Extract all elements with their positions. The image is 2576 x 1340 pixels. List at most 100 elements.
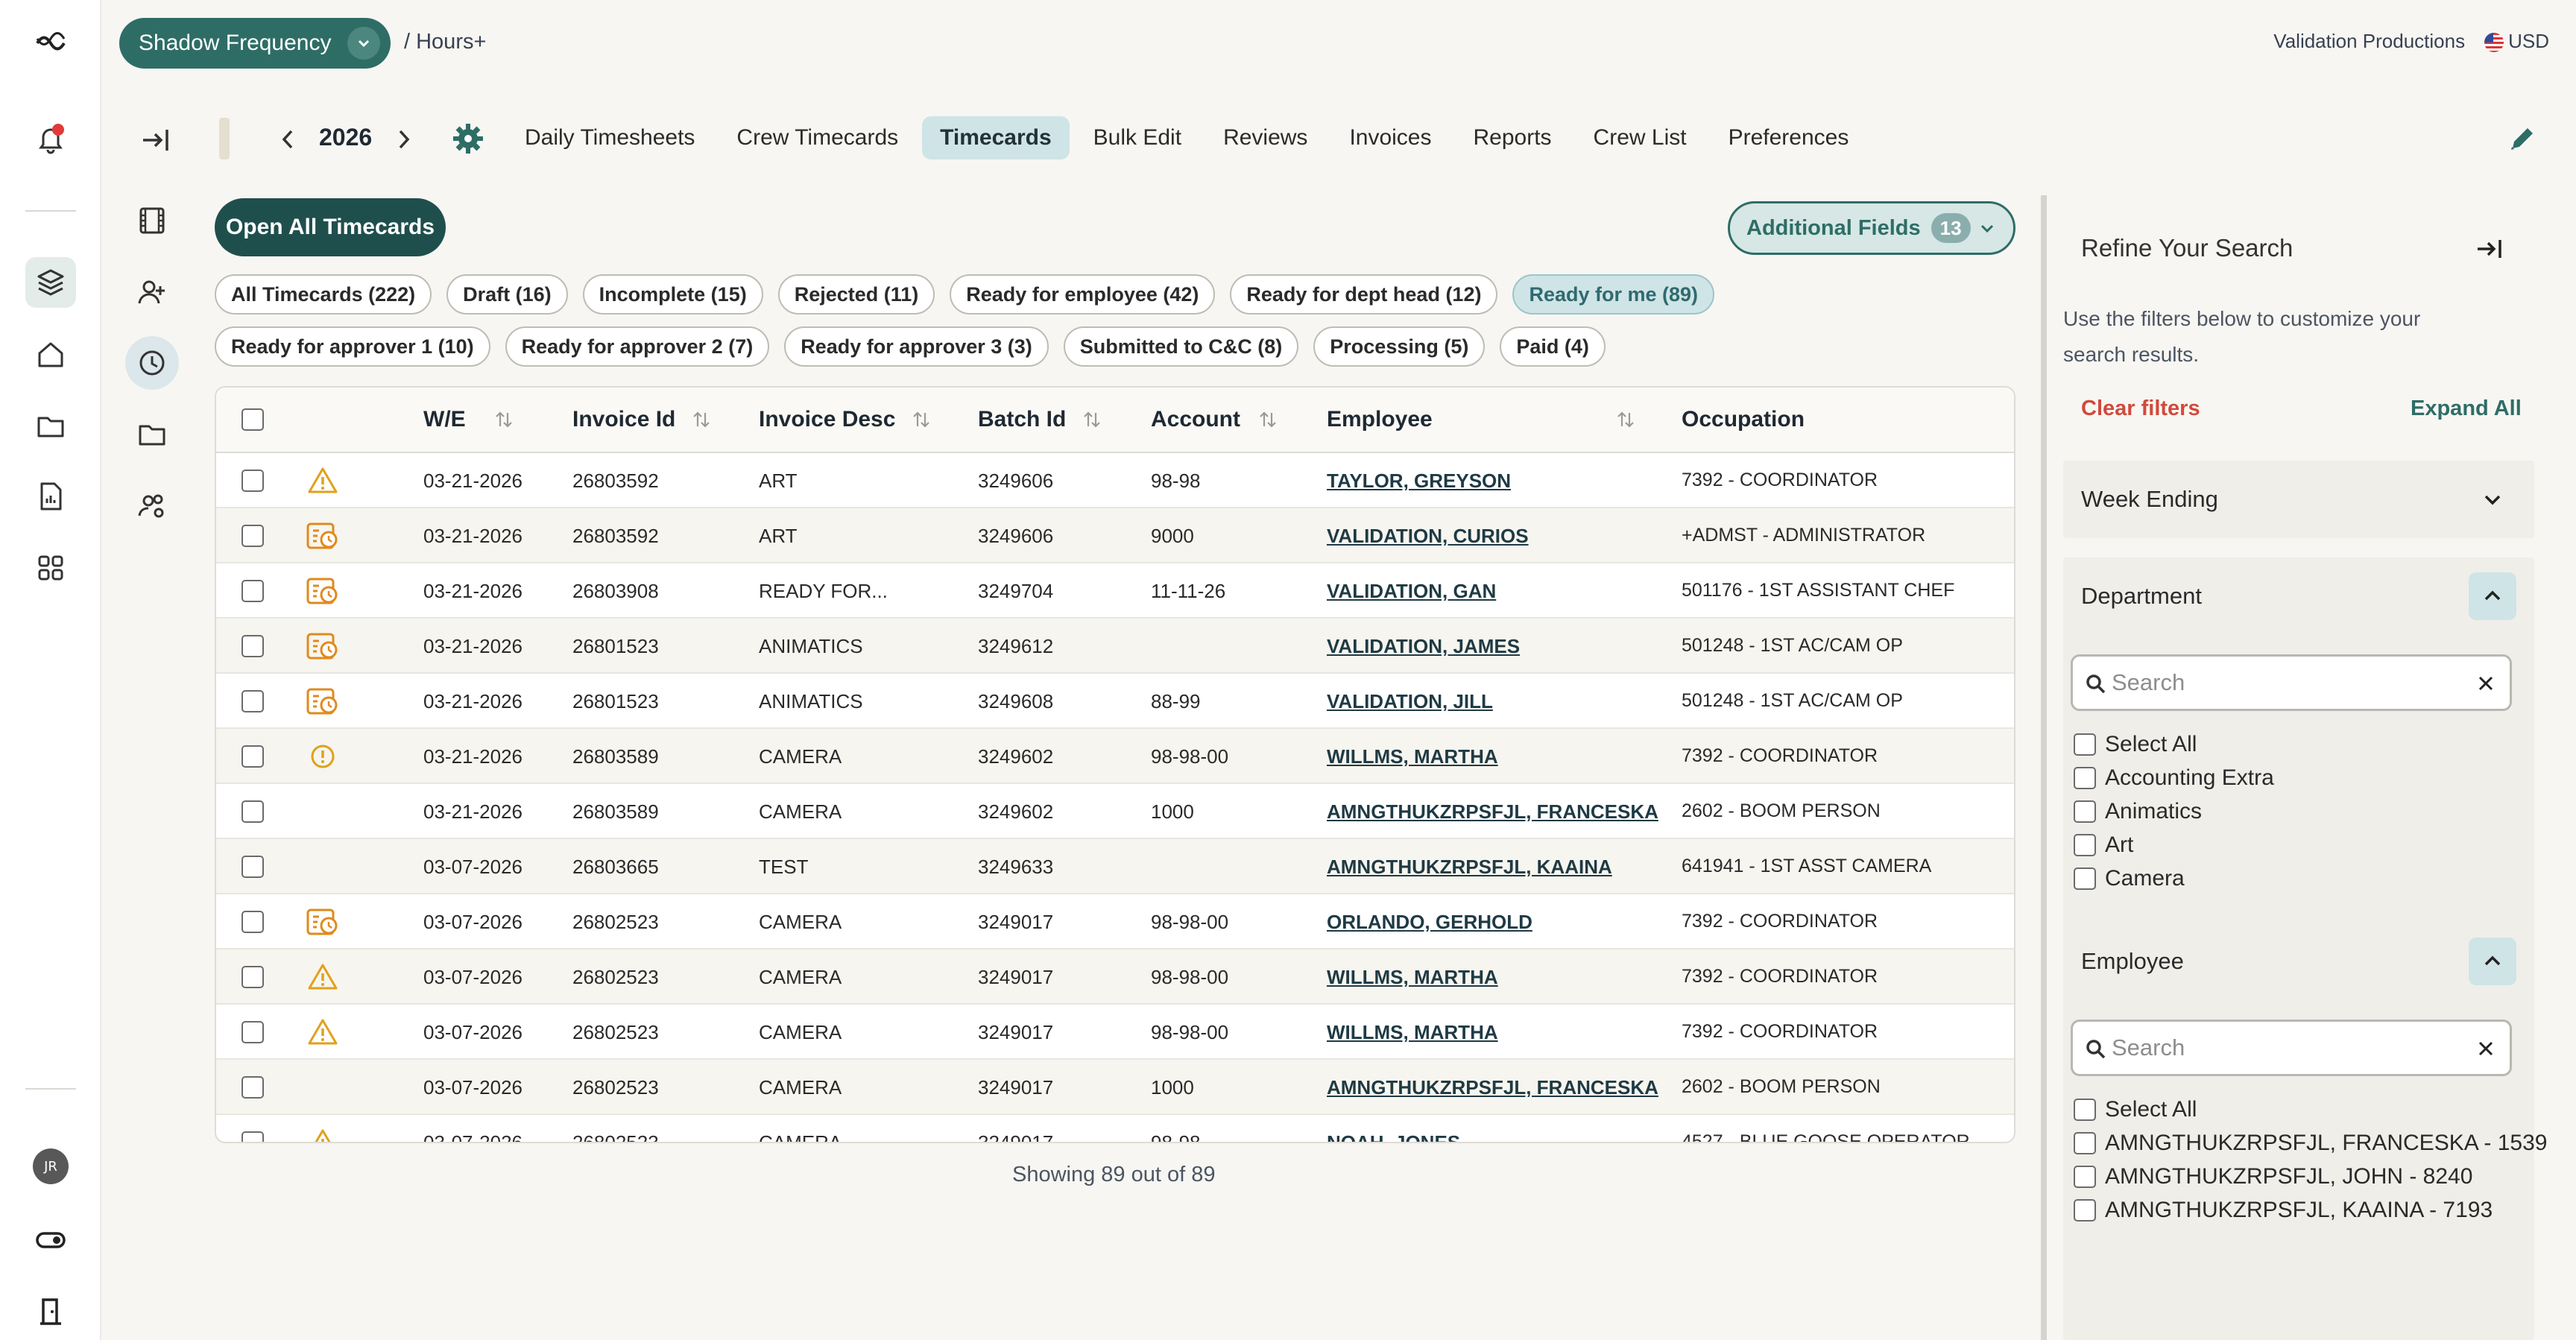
- status-chip[interactable]: Ready for approver 3 (3): [784, 326, 1049, 367]
- user-avatar[interactable]: JR: [33, 1148, 69, 1184]
- column-header-account[interactable]: Account: [1151, 407, 1279, 432]
- table-row[interactable]: 03-21-2026 26803589 CAMERA 3249602 98-98-00 W…: [216, 729, 2014, 784]
- tab-preferences[interactable]: Preferences: [1711, 116, 1867, 159]
- status-chip[interactable]: Processing (5): [1313, 326, 1486, 367]
- table-row[interactable]: 03-21-2026 26803908 READY FOR... 3249704 11-…: [216, 563, 2014, 619]
- table-row[interactable]: 03-07-2026 26802523 CAMERA 3249017 98-98-00 W…: [216, 949, 2014, 1005]
- cell-employee[interactable]: AMNGTHUKZRPSFJL, FRANCESKA: [1327, 1076, 1658, 1099]
- toggle-icon[interactable]: [25, 1215, 76, 1265]
- filter-option[interactable]: Accounting Extra: [2074, 765, 2274, 791]
- column-header-we[interactable]: W/E: [423, 407, 515, 432]
- tab-timecards[interactable]: Timecards: [922, 116, 1070, 159]
- row-checkbox[interactable]: [242, 856, 264, 878]
- row-checkbox[interactable]: [242, 1076, 264, 1099]
- filter-option[interactable]: AMNGTHUKZRPSFJL, KAAINA - 7193: [2074, 1198, 2493, 1223]
- clear-filters-button[interactable]: Clear filters: [2081, 396, 2200, 421]
- status-chip[interactable]: Paid (4): [1500, 326, 1606, 367]
- pencil-edit-icon[interactable]: [2503, 119, 2542, 158]
- row-checkbox[interactable]: [242, 966, 264, 988]
- collapse-panel-icon[interactable]: [2472, 231, 2507, 267]
- status-chip[interactable]: Ready for me (89): [1512, 274, 1715, 315]
- tab-reviews[interactable]: Reviews: [1205, 116, 1325, 159]
- row-checkbox[interactable]: [242, 911, 264, 933]
- close-icon[interactable]: [2475, 673, 2496, 694]
- cell-employee[interactable]: VALIDATION, JAMES: [1327, 635, 1520, 658]
- add-user-icon[interactable]: [125, 265, 179, 319]
- option-checkbox[interactable]: [2074, 1132, 2096, 1154]
- status-chip[interactable]: Rejected (11): [777, 274, 935, 315]
- table-row[interactable]: 03-07-2026 26803665 TEST 3249633 AMNGTHUKZRP…: [216, 839, 2014, 894]
- employee-search-input[interactable]: Search: [2071, 1020, 2512, 1076]
- chevron-right-icon[interactable]: [388, 121, 420, 158]
- option-checkbox[interactable]: [2074, 1099, 2096, 1121]
- option-checkbox[interactable]: [2074, 867, 2096, 890]
- exit-door-icon[interactable]: [25, 1286, 76, 1337]
- tab-reports[interactable]: Reports: [1456, 116, 1570, 159]
- panel-resize-handle[interactable]: [2041, 195, 2047, 1340]
- notifications-bell-icon[interactable]: [25, 113, 76, 164]
- table-row[interactable]: 03-21-2026 26803592 ART 3249606 9000 VALIDATI…: [216, 508, 2014, 563]
- row-checkbox[interactable]: [242, 470, 264, 492]
- tab-invoices[interactable]: Invoices: [1331, 116, 1449, 159]
- film-icon[interactable]: [125, 194, 179, 247]
- week-ending-filter[interactable]: Week Ending: [2063, 461, 2534, 538]
- column-header-occupation[interactable]: Occupation: [1682, 407, 1805, 432]
- cell-employee[interactable]: AMNGTHUKZRPSFJL, FRANCESKA: [1327, 800, 1658, 824]
- row-checkbox[interactable]: [242, 690, 264, 712]
- expand-all-button[interactable]: Expand All: [2411, 396, 2522, 421]
- column-header-invoice-id[interactable]: Invoice Id: [572, 407, 713, 432]
- chevron-left-icon[interactable]: [271, 121, 304, 158]
- status-chip[interactable]: Ready for approver 1 (10): [215, 326, 490, 367]
- chevron-up-icon[interactable]: [2469, 572, 2516, 620]
- project-selector[interactable]: Shadow Frequency: [119, 18, 391, 69]
- column-header-employee[interactable]: Employee: [1327, 407, 1637, 432]
- close-icon[interactable]: [2475, 1038, 2496, 1059]
- chevron-up-icon[interactable]: [2469, 938, 2516, 985]
- additional-fields-button[interactable]: Additional Fields 13: [1728, 201, 2015, 255]
- tab-crew-timecards[interactable]: Crew Timecards: [719, 116, 916, 159]
- cell-employee[interactable]: TAYLOR, GREYSON: [1327, 470, 1511, 493]
- row-checkbox[interactable]: [242, 745, 264, 768]
- currency-selector[interactable]: USD: [2484, 30, 2549, 53]
- option-checkbox[interactable]: [2074, 767, 2096, 789]
- table-row[interactable]: 03-21-2026 26801523 ANIMATICS 3249608 88-99 V…: [216, 674, 2014, 729]
- cell-employee[interactable]: VALIDATION, CURIOS: [1327, 525, 1529, 548]
- tab-bulk-edit[interactable]: Bulk Edit: [1076, 116, 1199, 159]
- row-checkbox[interactable]: [242, 1021, 264, 1043]
- option-checkbox[interactable]: [2074, 834, 2096, 856]
- column-header-invoice-desc[interactable]: Invoice Desc: [759, 407, 932, 432]
- row-checkbox[interactable]: [242, 635, 264, 657]
- status-chip[interactable]: Ready for employee (42): [950, 274, 1216, 315]
- column-header-batch-id[interactable]: Batch Id: [978, 407, 1103, 432]
- department-search-input[interactable]: Search: [2071, 654, 2512, 711]
- breadcrumb[interactable]: / Hours+: [404, 30, 486, 54]
- cell-employee[interactable]: AMNGTHUKZRPSFJL, KAAINA: [1327, 856, 1612, 879]
- filter-option[interactable]: AMNGTHUKZRPSFJL, FRANCESKA - 1539: [2074, 1131, 2547, 1156]
- open-all-timecards-button[interactable]: Open All Timecards: [215, 198, 446, 256]
- table-row[interactable]: 03-21-2026 26803592 ART 3249606 98-98 TAYLOR,…: [216, 453, 2014, 508]
- filter-option[interactable]: Camera: [2074, 866, 2185, 891]
- folder-icon[interactable]: [25, 400, 76, 451]
- row-checkbox[interactable]: [242, 800, 264, 823]
- clock-icon[interactable]: [125, 336, 179, 390]
- table-row[interactable]: 03-07-2026 26802523 CAMERA 3249017 98-98-00 W…: [216, 1005, 2014, 1060]
- row-checkbox[interactable]: [242, 1131, 264, 1142]
- row-checkbox[interactable]: [242, 525, 264, 547]
- tab-daily-timesheets[interactable]: Daily Timesheets: [507, 116, 713, 159]
- folder-icon[interactable]: [125, 407, 179, 461]
- logo-icon[interactable]: [25, 16, 76, 67]
- option-checkbox[interactable]: [2074, 800, 2096, 823]
- filter-option[interactable]: Select All: [2074, 732, 2197, 757]
- status-chip[interactable]: Submitted to C&C (8): [1063, 326, 1299, 367]
- option-checkbox[interactable]: [2074, 733, 2096, 756]
- layers-icon[interactable]: [25, 257, 76, 308]
- status-chip[interactable]: Incomplete (15): [582, 274, 763, 315]
- gear-icon[interactable]: [449, 119, 487, 158]
- table-row[interactable]: 03-07-2026 26802523 CAMERA 3249017 98-98 NOAH…: [216, 1115, 2014, 1142]
- filter-option[interactable]: Art: [2074, 832, 2133, 858]
- filter-option[interactable]: Animatics: [2074, 799, 2202, 824]
- table-row[interactable]: 03-21-2026 26801523 ANIMATICS 3249612 VALIDA…: [216, 619, 2014, 674]
- table-row[interactable]: 03-21-2026 26803589 CAMERA 3249602 1000 AMNGT…: [216, 784, 2014, 839]
- cell-employee[interactable]: WILLMS, MARTHA: [1327, 1021, 1498, 1044]
- status-chip[interactable]: All Timecards (222): [215, 274, 432, 315]
